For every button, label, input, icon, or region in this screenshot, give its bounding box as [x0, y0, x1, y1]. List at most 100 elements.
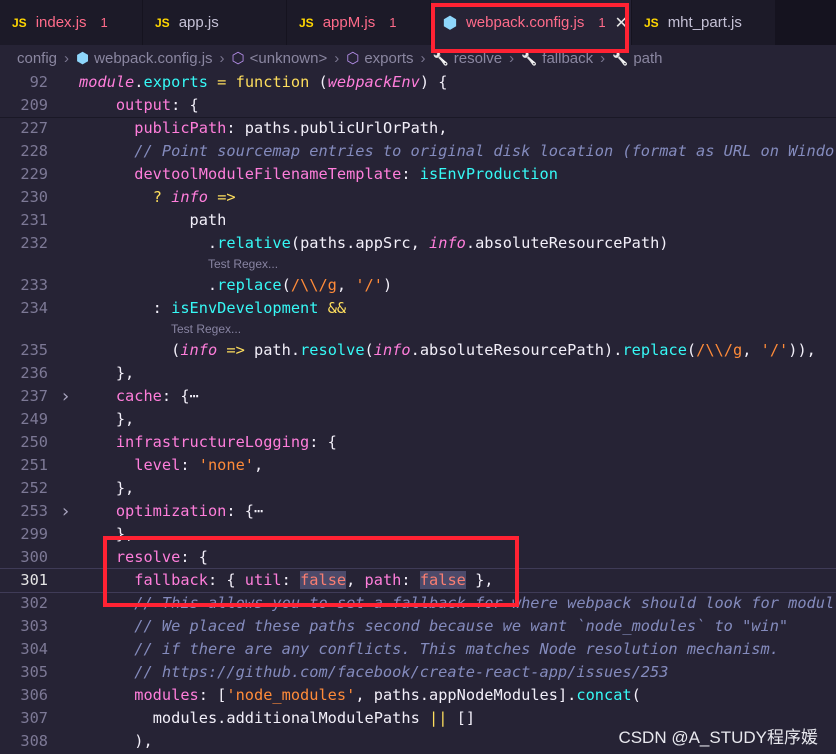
- code-line-228[interactable]: 228 // Point sourcemap entries to origin…: [0, 140, 836, 163]
- code-text: },: [79, 364, 135, 382]
- breadcrumb-item-webpack-config-js[interactable]: ⬢ webpack.config.js: [76, 49, 213, 67]
- test-regex-codelens[interactable]: Test Regex...: [208, 254, 278, 274]
- code-text: : isEnvDevelopment &&: [79, 299, 347, 317]
- code-line-302[interactable]: 302 // This allows you to set a fallback…: [0, 592, 836, 615]
- code-line-303[interactable]: 303 // We placed these paths second beca…: [0, 615, 836, 638]
- tab-label: index.js: [35, 14, 87, 31]
- code-text: ? info =>: [152, 188, 236, 206]
- watermark: CSDN @A_STUDY程序媛: [618, 728, 818, 747]
- breadcrumb-item-fallback[interactable]: 🔧 fallback: [521, 50, 593, 67]
- chevron-right-icon: ›: [64, 49, 70, 67]
- code-line-227[interactable]: 227 publicPath: paths.publicUrlOrPath,: [0, 117, 836, 140]
- breadcrumb-label: <unknown>: [249, 50, 328, 67]
- line-number: 237: [20, 387, 48, 405]
- code-line-306[interactable]: 306 modules: ['node_modules', paths.appN…: [0, 684, 836, 707]
- line-number: 228: [20, 142, 48, 160]
- js-file-icon: JS: [155, 15, 170, 30]
- test-regex-codelens[interactable]: Test Regex...: [171, 319, 241, 339]
- code-text: level: 'none',: [134, 456, 264, 474]
- close-icon[interactable]: ✕: [615, 13, 628, 33]
- code-text: .relative(paths.appSrc, info.absoluteRes…: [79, 234, 669, 252]
- code-line-209[interactable]: 209 output: {: [0, 94, 836, 118]
- code-text: },: [79, 479, 135, 497]
- line-number: 231: [20, 211, 48, 229]
- line-number: 209: [20, 96, 48, 114]
- breadcrumb-label: config: [17, 49, 58, 67]
- code-line-231[interactable]: 231 path: [0, 209, 836, 232]
- symbol-cube-icon: ⬡: [231, 50, 245, 67]
- code-editor[interactable]: 92 module.exports = function (webpackEnv)…: [0, 71, 836, 754]
- code-text: // https://github.com/facebook/create-re…: [134, 663, 669, 681]
- code-line-230[interactable]: 230 ? info =>: [0, 186, 836, 209]
- line-number: 302: [20, 594, 48, 612]
- code-line-250[interactable]: 250 infrastructureLogging: {: [0, 431, 836, 454]
- line-number: 308: [20, 732, 48, 750]
- code-text: .replace(/\\/g, '/'): [79, 276, 393, 294]
- code-line-299[interactable]: 299 },: [0, 523, 836, 546]
- chevron-right-icon: ›: [420, 49, 426, 67]
- line-number: 249: [20, 410, 48, 428]
- chevron-right-icon: ›: [509, 49, 515, 67]
- wrench-icon: 🔧: [521, 50, 538, 66]
- breadcrumb-item-resolve[interactable]: 🔧 resolve: [433, 50, 503, 67]
- tab-bar-spacer: [776, 0, 836, 45]
- code-line-92[interactable]: 92 module.exports = function (webpackEnv)…: [0, 71, 836, 95]
- chevron-right-icon[interactable]: ›: [60, 385, 71, 408]
- code-text: fallback: { util: false, path: false },: [134, 571, 494, 589]
- breadcrumb-item-config[interactable]: config: [17, 50, 57, 67]
- line-number: 305: [20, 663, 48, 681]
- breadcrumb-label: fallback: [542, 49, 594, 67]
- chevron-right-icon[interactable]: ›: [60, 500, 71, 523]
- line-number: 252: [20, 479, 48, 497]
- symbol-cube-icon: ⬡: [346, 50, 360, 67]
- code-line-234[interactable]: 234 : isEnvDevelopment &&: [0, 297, 836, 320]
- line-number: 232: [20, 234, 48, 252]
- breadcrumb-item-path[interactable]: 🔧 path: [612, 50, 662, 67]
- line-number: 300: [20, 548, 48, 566]
- code-line-251[interactable]: 251 level: 'none',: [0, 454, 836, 477]
- code-text: cache: {⋯: [115, 387, 199, 405]
- chevron-right-icon: ›: [219, 49, 225, 67]
- line-number: 304: [20, 640, 48, 658]
- code-line-233[interactable]: 233 .replace(/\\/g, '/'): [0, 274, 836, 297]
- breadcrumb-item-exports[interactable]: ⬡ exports: [346, 49, 413, 67]
- code-line-235[interactable]: 235 (info => path.resolve(info.absoluteR…: [0, 339, 836, 362]
- line-number: 236: [20, 364, 48, 382]
- chevron-right-icon: ›: [334, 49, 340, 67]
- tab-app-js[interactable]: JS app.js: [143, 0, 287, 45]
- error-count-badge: 1: [598, 15, 606, 30]
- code-text: infrastructureLogging: {: [115, 433, 337, 451]
- line-number: 227: [20, 119, 48, 137]
- code-text: module.exports = function (webpackEnv) {: [79, 73, 448, 91]
- line-number: 307: [20, 709, 48, 727]
- error-count-badge: 1: [100, 15, 108, 30]
- tab-webpack-config-js[interactable]: ⬢ webpack.config.js 1 ✕: [431, 0, 632, 45]
- code-text: // if there are any conflicts. This matc…: [134, 640, 779, 658]
- code-line-304[interactable]: 304 // if there are any conflicts. This …: [0, 638, 836, 661]
- code-line-305[interactable]: 305 // https://github.com/facebook/creat…: [0, 661, 836, 684]
- code-line-301[interactable]: 301 fallback: { util: false, path: false…: [0, 568, 836, 593]
- tab-index-js[interactable]: JS index.js 1: [0, 0, 143, 45]
- code-line-300[interactable]: 300 resolve: {: [0, 546, 836, 569]
- code-text: devtoolModuleFilenameTemplate: isEnvProd…: [134, 165, 558, 183]
- line-number: 251: [20, 456, 48, 474]
- code-line-229[interactable]: 229 devtoolModuleFilenameTemplate: isEnv…: [0, 163, 836, 186]
- code-line-237[interactable]: 237 › cache: {⋯: [0, 385, 836, 408]
- code-line-249[interactable]: 249 },: [0, 408, 836, 431]
- code-line-252[interactable]: 252 },: [0, 477, 836, 500]
- js-file-icon: JS: [299, 15, 314, 30]
- code-text: ),: [79, 732, 153, 750]
- error-count-badge: 1: [389, 15, 397, 30]
- code-line-253[interactable]: 253 › optimization: {⋯: [0, 500, 836, 523]
- code-text: modules: ['node_modules', paths.appNodeM…: [134, 686, 641, 704]
- tab-appm-js[interactable]: JS appM.js 1: [287, 0, 431, 45]
- code-text: output: {: [115, 96, 199, 114]
- code-line-236[interactable]: 236 },: [0, 362, 836, 385]
- code-line-232[interactable]: 232 .relative(paths.appSrc, info.absolut…: [0, 232, 836, 255]
- tab-mht-part-js[interactable]: JS mht_part.js: [632, 0, 776, 45]
- code-text: publicPath: paths.publicUrlOrPath,: [134, 119, 448, 137]
- breadcrumb-item-unknown[interactable]: ⬡ <unknown>: [232, 49, 328, 67]
- tab-label: webpack.config.js: [465, 14, 585, 31]
- code-text: optimization: {⋯: [115, 502, 264, 520]
- wrench-icon: 🔧: [612, 50, 629, 66]
